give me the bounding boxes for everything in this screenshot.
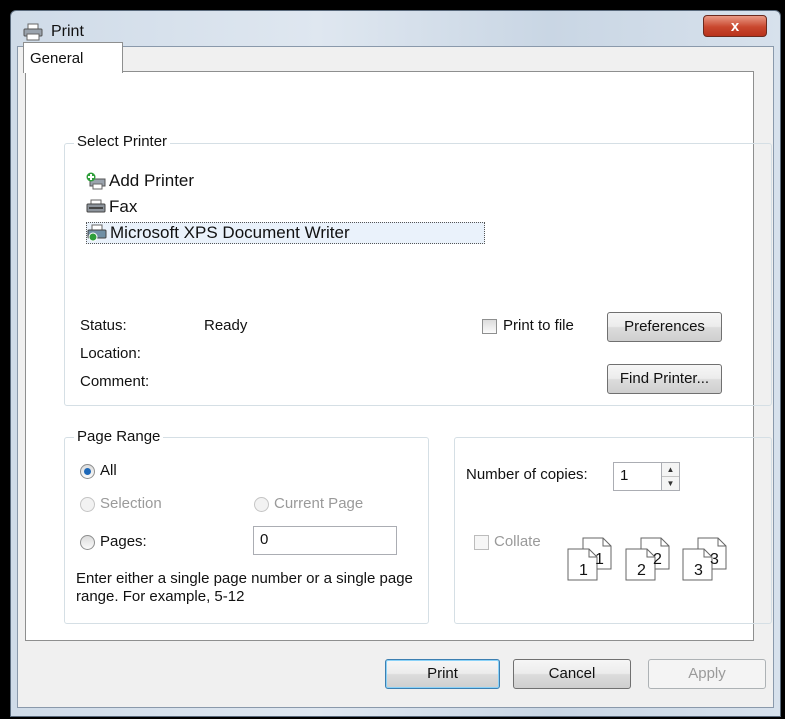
comment-label: Comment: [80, 373, 150, 390]
fax-icon [86, 199, 106, 213]
apply-button[interactable]: Apply [648, 659, 766, 689]
collate-page-number: 3 [694, 562, 703, 579]
status-label: Status: [80, 317, 127, 334]
tab-general-label: General [30, 50, 84, 67]
xps-printer-icon [87, 224, 107, 242]
find-printer-button[interactable]: Find Printer... [607, 364, 722, 394]
current-page-radio[interactable] [254, 497, 269, 512]
collate-page-number: 1 [595, 551, 604, 568]
printer-icon [23, 23, 43, 41]
print-to-file-checkbox[interactable] [482, 319, 497, 334]
pages-input[interactable]: 0 [253, 526, 397, 555]
cancel-button[interactable]: Cancel [513, 659, 631, 689]
collate-pages-icon-3: 3 3 [682, 537, 727, 581]
copies-spinner[interactable]: ▲ ▼ [661, 462, 680, 491]
status-value: Ready [204, 317, 248, 334]
close-icon: x [730, 18, 740, 35]
spinner-down-icon[interactable]: ▼ [662, 476, 679, 490]
page-range-hint: Enter either a single page number or a s… [76, 570, 413, 605]
collate-checkbox[interactable] [474, 535, 489, 550]
collate-page-number: 3 [710, 551, 719, 568]
preferences-button[interactable]: Preferences [607, 312, 722, 342]
all-pages-label: All [100, 462, 117, 479]
selection-radio[interactable] [80, 497, 95, 512]
title-bar[interactable]: Print x [11, 11, 780, 51]
pages-label: Pages: [100, 533, 147, 550]
number-of-copies-input[interactable]: 1 [613, 462, 662, 491]
add-printer-icon [86, 172, 106, 190]
print-button[interactable]: Print [385, 659, 500, 689]
spinner-up-icon[interactable]: ▲ [662, 463, 679, 476]
collate-page-number: 2 [653, 551, 662, 568]
printer-item-fax[interactable]: Fax [86, 196, 137, 218]
selection-label: Selection [100, 495, 162, 512]
print-to-file-label: Print to file [503, 317, 574, 334]
number-of-copies-label: Number of copies: [466, 466, 588, 483]
printer-item-label: Microsoft XPS Document Writer [110, 223, 350, 242]
collate-pages-icon-1: 1 1 [567, 537, 612, 581]
window-title: Print [51, 23, 84, 40]
printer-item-microsoft-xps[interactable]: Microsoft XPS Document Writer [86, 222, 485, 244]
all-pages-radio[interactable] [80, 464, 95, 479]
tab-general[interactable]: General [23, 42, 123, 73]
collate-page-number: 1 [579, 562, 588, 579]
collate-label: Collate [494, 533, 541, 550]
location-label: Location: [80, 345, 141, 362]
select-printer-group-label: Select Printer [74, 133, 171, 150]
pages-radio[interactable] [80, 535, 95, 550]
printer-item-add-printer[interactable]: Add Printer [86, 170, 194, 192]
collate-page-number: 2 [637, 562, 646, 579]
close-button[interactable]: x [703, 15, 767, 37]
printer-item-label: Fax [109, 197, 138, 216]
current-page-label: Current Page [274, 495, 364, 512]
collate-pages-icon-2: 2 2 [625, 537, 670, 581]
page-range-group-label: Page Range [74, 428, 164, 445]
printer-item-label: Add Printer [109, 171, 195, 190]
